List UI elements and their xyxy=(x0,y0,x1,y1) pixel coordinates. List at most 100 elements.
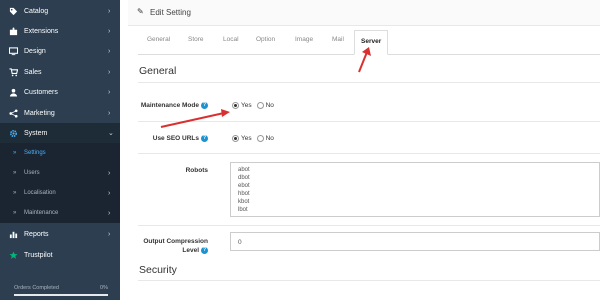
sidebar-item-label: Catalog xyxy=(24,7,49,15)
sidebar-subitem-label: Settings xyxy=(24,150,46,156)
seo-no-radio[interactable] xyxy=(256,135,264,142)
double-chevron-icon: » xyxy=(13,170,17,176)
seo-urls-radios: Yes No xyxy=(232,135,279,142)
output-compression-label-line2: Level xyxy=(182,247,199,254)
tab-general[interactable]: General xyxy=(147,36,170,43)
sidebar-item-system[interactable]: System ⌄ xyxy=(0,123,120,143)
chevron-right-icon: › xyxy=(108,68,111,76)
sidebar-subitem-label: Maintenance xyxy=(24,210,59,216)
seo-yes-radio[interactable] xyxy=(232,135,239,142)
chevron-right-icon: › xyxy=(108,209,111,217)
maintenance-no-option[interactable]: No xyxy=(256,102,274,109)
sidebar-subitem-localisation[interactable]: » Localisation › xyxy=(0,183,120,203)
star-icon xyxy=(8,250,18,260)
gear-icon xyxy=(8,128,18,138)
sidebar-item-customers[interactable]: Customers › xyxy=(0,82,120,102)
chevron-right-icon: › xyxy=(108,109,111,117)
main-content: ✎ Edit Setting General Store Local Optio… xyxy=(120,0,600,300)
output-compression-input[interactable]: 0 xyxy=(230,232,600,251)
maintenance-yes-label: Yes xyxy=(241,102,252,109)
maintenance-no-label: No xyxy=(265,102,274,109)
help-icon[interactable]: ? xyxy=(201,102,208,109)
page-title: Edit Setting xyxy=(150,8,191,17)
maintenance-mode-label: Maintenance Mode? xyxy=(141,102,208,109)
sidebar-subitem-label: Users xyxy=(24,170,40,176)
maintenance-yes-option[interactable]: Yes xyxy=(232,102,252,109)
divider xyxy=(138,121,600,122)
maintenance-mode-radios: Yes No xyxy=(232,102,279,109)
robots-line: abot xyxy=(238,167,250,173)
robots-line: kbot xyxy=(238,199,250,205)
chevron-right-icon: › xyxy=(108,88,111,96)
output-compression-value: 0 xyxy=(238,239,242,246)
divider xyxy=(138,280,600,281)
seo-urls-label-text: Use SEO URLs xyxy=(152,135,199,143)
section-title-general: General xyxy=(139,65,177,77)
tab-local[interactable]: Local xyxy=(223,36,239,43)
monitor-icon xyxy=(8,46,18,56)
orders-progress: Orders Completed 0% xyxy=(8,283,112,297)
sidebar-item-trustpilot[interactable]: Trustpilot xyxy=(0,245,120,265)
sidebar-item-catalog[interactable]: Catalog › xyxy=(0,1,120,21)
sidebar-item-marketing[interactable]: Marketing › xyxy=(0,103,120,123)
settings-tabs: General Store Local Option Image Mail Se… xyxy=(138,30,600,55)
sidebar-item-label: System xyxy=(24,129,48,137)
cart-icon xyxy=(8,67,18,77)
divider xyxy=(138,225,600,226)
seo-no-label: No xyxy=(265,135,274,142)
sidebar-item-label: Design xyxy=(24,47,46,55)
chevron-right-icon: › xyxy=(108,7,111,15)
sidebar-item-label: Trustpilot xyxy=(24,251,53,259)
chevron-right-icon: › xyxy=(108,47,111,55)
tab-mail[interactable]: Mail xyxy=(332,36,344,43)
sidebar-item-design[interactable]: Design › xyxy=(0,41,120,61)
maintenance-mode-label-text: Maintenance Mode xyxy=(140,102,199,110)
help-icon[interactable]: ? xyxy=(201,135,208,142)
sidebar-item-label: Reports xyxy=(24,230,49,238)
robots-textarea[interactable]: abot dbot ebot hbot kbot lbot xyxy=(230,162,600,217)
sidebar-item-label: Sales xyxy=(24,68,42,76)
double-chevron-icon: » xyxy=(13,210,17,216)
help-icon[interactable]: ? xyxy=(201,246,208,254)
sidebar-item-label: Customers xyxy=(24,88,58,96)
divider xyxy=(138,82,600,83)
sidebar-item-reports[interactable]: Reports › xyxy=(0,224,120,244)
tab-option[interactable]: Option xyxy=(256,36,275,43)
robots-line: lbot xyxy=(238,207,248,213)
progress-label: Orders Completed xyxy=(14,285,59,291)
double-chevron-icon: » xyxy=(13,190,17,196)
chevron-right-icon: › xyxy=(108,189,111,197)
maintenance-yes-radio[interactable] xyxy=(232,102,239,109)
section-title-security: Security xyxy=(139,264,177,276)
sidebar-subitem-users[interactable]: » Users › xyxy=(0,163,120,183)
seo-yes-option[interactable]: Yes xyxy=(232,135,252,142)
chevron-right-icon: › xyxy=(108,27,111,35)
chevron-right-icon: › xyxy=(108,169,111,177)
sidebar: Catalog › Extensions › Design › Sales › … xyxy=(0,0,120,300)
robots-line: ebot xyxy=(238,183,250,189)
share-icon xyxy=(8,108,18,118)
progress-percent: 0% xyxy=(100,285,108,291)
puzzle-icon xyxy=(8,26,18,36)
sidebar-subitem-maintenance[interactable]: » Maintenance › xyxy=(0,203,120,223)
tab-store[interactable]: Store xyxy=(188,36,204,43)
tab-image[interactable]: Image xyxy=(295,36,313,43)
robots-label: Robots xyxy=(185,167,208,174)
bar-chart-icon xyxy=(8,229,18,239)
sidebar-item-label: Extensions xyxy=(24,27,59,35)
seo-yes-label: Yes xyxy=(241,135,252,142)
output-compression-label: Output Compression Level? xyxy=(143,237,208,255)
seo-urls-label: Use SEO URLs? xyxy=(153,135,208,142)
maintenance-no-radio[interactable] xyxy=(256,102,264,109)
sidebar-item-sales[interactable]: Sales › xyxy=(0,62,120,82)
seo-no-option[interactable]: No xyxy=(256,135,274,142)
tab-server[interactable]: Server xyxy=(354,30,389,55)
robots-line: dbot xyxy=(238,175,250,181)
panel-heading: ✎ Edit Setting xyxy=(128,0,600,26)
user-icon xyxy=(8,87,18,97)
sidebar-subitem-settings[interactable]: » Settings xyxy=(0,143,120,163)
chevron-right-icon: › xyxy=(108,230,111,238)
sidebar-item-extensions[interactable]: Extensions › xyxy=(0,21,120,41)
double-chevron-icon: » xyxy=(13,150,17,156)
pencil-icon: ✎ xyxy=(137,7,144,16)
